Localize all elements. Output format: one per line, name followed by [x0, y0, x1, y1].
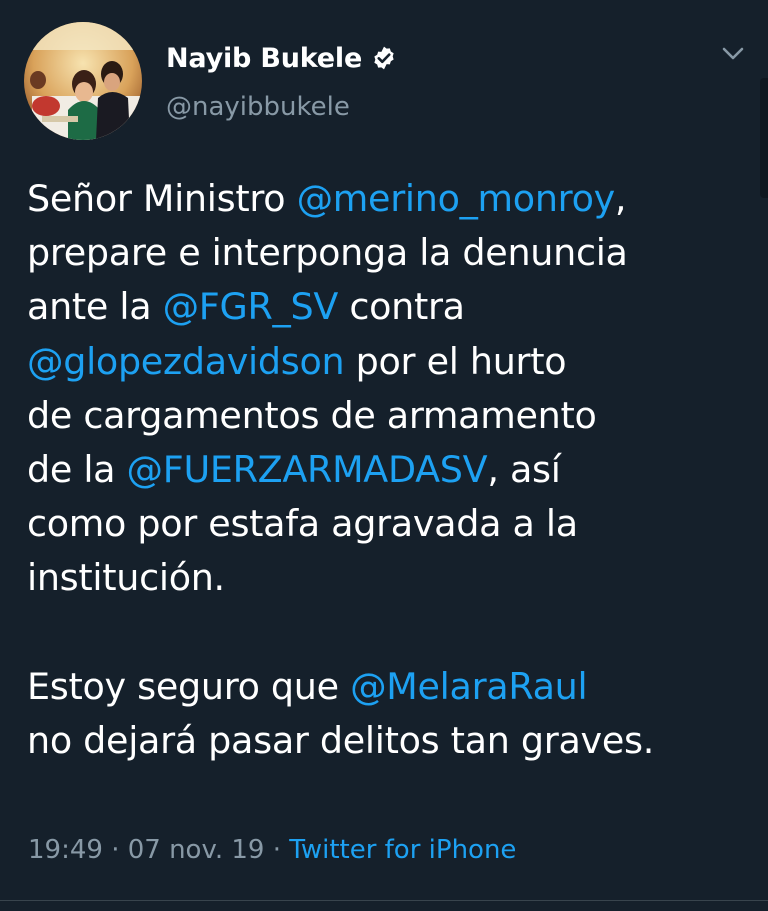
- mention-link[interactable]: @FGR_SV: [163, 285, 339, 328]
- meta-separator: ·: [264, 835, 290, 865]
- tweet-source-link[interactable]: Twitter for iPhone: [289, 835, 516, 865]
- tweet-text-segment: de la: [27, 448, 127, 492]
- tweet-text-segment: institución.: [27, 556, 225, 600]
- scrollbar[interactable]: [760, 78, 768, 198]
- tweet-text-line: no dejará pasar delitos tan graves.: [27, 714, 755, 768]
- tweet-text-segment: contra: [338, 285, 465, 329]
- chevron-down-icon[interactable]: [718, 42, 748, 66]
- tweet-text-line: ante la @FGR_SV contra: [27, 280, 755, 334]
- mention-link[interactable]: @glopezdavidson: [27, 340, 345, 383]
- tweet-date: 07 nov. 19: [127, 835, 265, 865]
- tweet-text-segment: como por estafa agravada a la: [27, 502, 578, 546]
- avatar[interactable]: [24, 22, 142, 140]
- author-name-row: Nayib Bukele: [166, 38, 397, 78]
- tweet-time: 19:49: [28, 835, 103, 865]
- tweet-text-line: Señor Ministro @merino_monroy,: [27, 172, 755, 226]
- tweet-text-line: @glopezdavidson por el hurto: [27, 335, 755, 389]
- tweet-text-segment: prepare e interponga la denuncia: [27, 231, 628, 275]
- tweet-text-line: como por estafa agravada a la: [27, 497, 755, 551]
- tweet-card: Nayib Bukele @nayibbukele Señor Ministro…: [0, 0, 768, 911]
- tweet-text-line: de cargamentos de armamento: [27, 389, 755, 443]
- tweet-text-segment: por el hurto: [344, 339, 567, 383]
- author-display-name[interactable]: Nayib Bukele: [166, 43, 362, 74]
- tweet-text-line: de la @FUERZARMADASV, así: [27, 443, 755, 497]
- tweet-text-segment: de cargamentos de armamento: [27, 393, 597, 437]
- tweet-text-line: institución.: [27, 551, 755, 605]
- divider: [0, 900, 768, 901]
- author-handle[interactable]: @nayibbukele: [166, 92, 350, 122]
- tweet-text-line: prepare e interponga la denuncia: [27, 226, 755, 280]
- meta-separator: ·: [102, 835, 128, 865]
- profile-photo: [24, 22, 142, 140]
- tweet-text-segment: Señor Ministro: [27, 177, 297, 220]
- mention-link[interactable]: @merino_monroy: [297, 177, 616, 220]
- tweet-text-segment: , así: [487, 448, 561, 492]
- tweet-meta: 19:49 · 07 nov. 19 · Twitter for iPhone: [28, 835, 516, 865]
- tweet-text-segment: Estoy seguro que: [27, 664, 351, 708]
- mention-link[interactable]: @FUERZARMADASV: [127, 448, 488, 491]
- tweet-text-segment: no dejará pasar delitos tan graves.: [27, 718, 655, 762]
- mention-link[interactable]: @MelaraRaul: [350, 665, 588, 708]
- verified-badge-icon: [371, 45, 397, 71]
- tweet-text-segment: ante la: [27, 285, 163, 329]
- tweet-text: Señor Ministro @merino_monroy,prepare e …: [27, 172, 755, 768]
- tweet-text-line: Estoy seguro que @MelaraRaul: [27, 660, 755, 714]
- tweet-text-segment: ,: [614, 177, 627, 220]
